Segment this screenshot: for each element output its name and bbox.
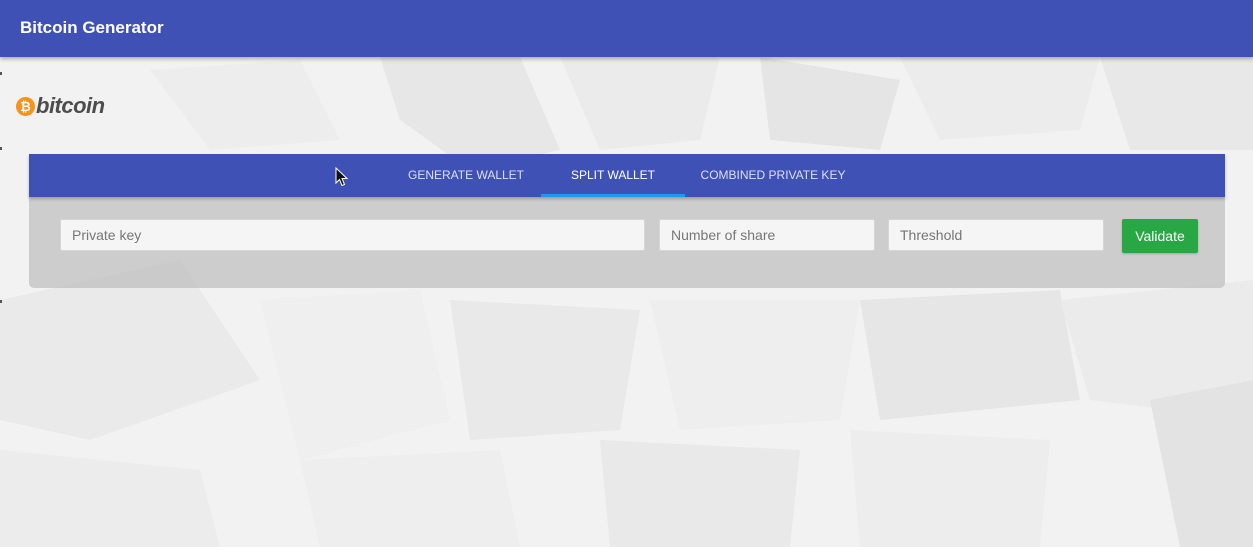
number-of-share-input[interactable] <box>659 219 875 251</box>
tab-generate-wallet[interactable]: GENERATE WALLET <box>397 154 535 197</box>
app-bar: Bitcoin Generator <box>0 0 1253 57</box>
validate-button[interactable]: Validate <box>1122 219 1198 253</box>
edge-mark <box>0 147 2 150</box>
wallet-card: GENERATE WALLET SPLIT WALLET COMBINED PR… <box>29 154 1225 288</box>
bitcoin-coin-icon: ₿ <box>16 96 35 116</box>
private-key-input[interactable] <box>60 219 645 251</box>
threshold-input[interactable] <box>888 219 1104 251</box>
bitcoin-logo-text: bitcoin <box>36 93 105 118</box>
mouse-pointer-icon <box>335 167 349 187</box>
active-tab-indicator <box>541 194 685 197</box>
edge-mark <box>0 300 2 303</box>
edge-mark <box>0 72 2 75</box>
tab-split-wallet[interactable]: SPLIT WALLET <box>541 154 685 197</box>
tab-combined-private-key[interactable]: COMBINED PRIVATE KEY <box>693 154 853 197</box>
app-title: Bitcoin Generator <box>20 18 164 37</box>
bitcoin-logo: ₿ bitcoin <box>16 93 105 118</box>
tab-bar: GENERATE WALLET SPLIT WALLET COMBINED PR… <box>29 154 1225 197</box>
